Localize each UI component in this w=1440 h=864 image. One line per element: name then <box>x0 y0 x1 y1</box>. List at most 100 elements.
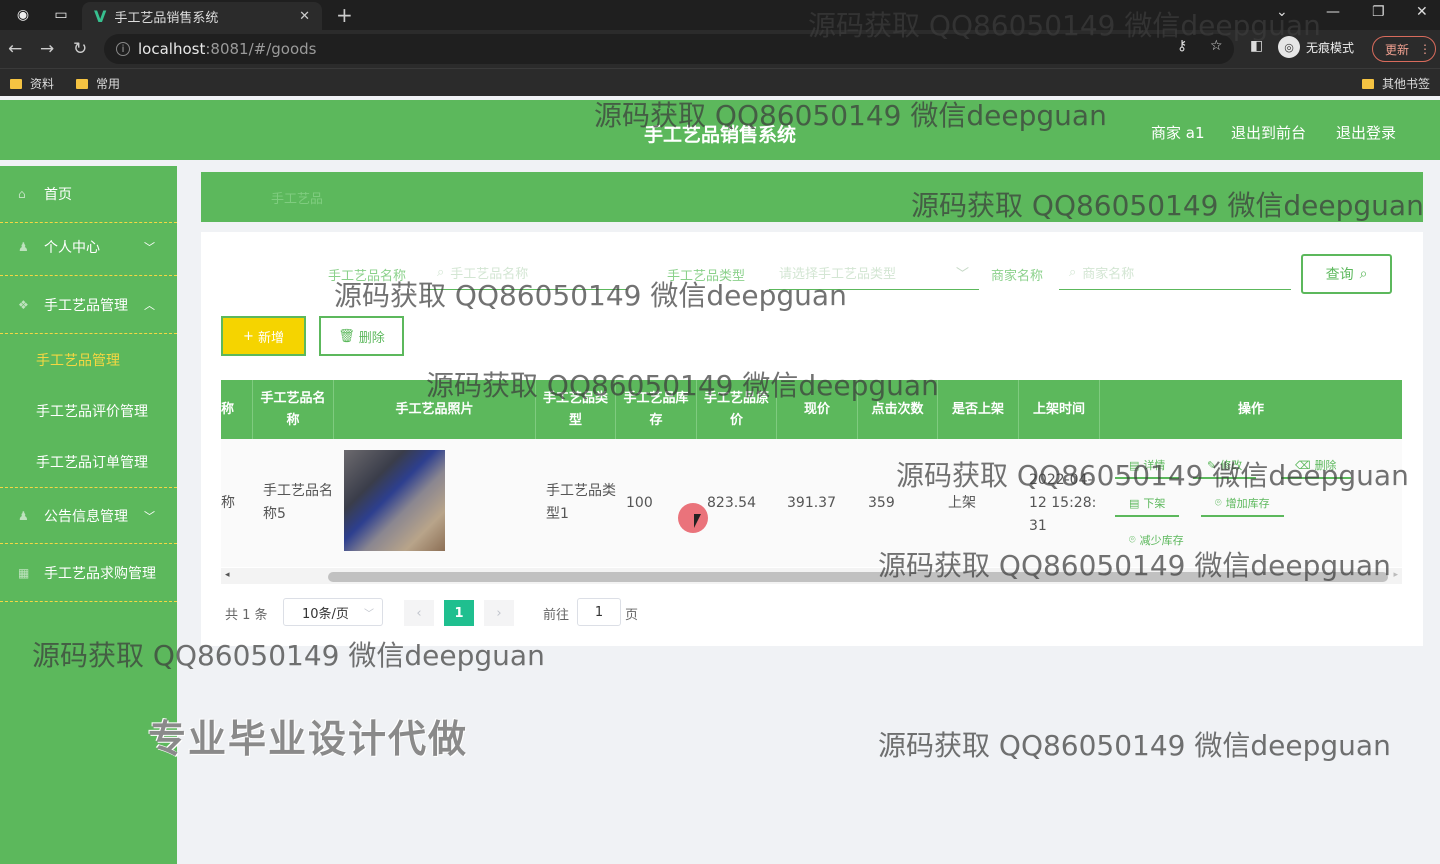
sidebar-item-crafts[interactable]: ❖ 手工艺品管理 ︿ <box>0 277 177 334</box>
watermark: 源码获取 QQ86050149 微信deepguan <box>808 9 1321 42</box>
page-number-current[interactable]: 1 <box>444 600 474 626</box>
home-icon: ⌂ <box>18 187 26 201</box>
watermark: 源码获取 QQ86050149 微信deepguan <box>896 459 1409 492</box>
location-icon: ⌾ <box>1215 496 1222 509</box>
table-cell: 称 <box>221 494 235 511</box>
shop-filter-label: 商家名称 <box>991 269 1044 284</box>
watermark: 源码获取 QQ86050149 微信deepguan <box>334 279 847 312</box>
mouse-cursor-icon <box>694 514 701 528</box>
chevron-right-icon: › <box>496 605 502 621</box>
bookmark-folder[interactable]: 资料 <box>10 75 54 92</box>
add-stock-label: 增加库存 <box>1225 497 1270 510</box>
trash-icon: 🗑 <box>338 328 355 344</box>
delete-button[interactable]: 🗑 删除 <box>319 316 404 356</box>
chevron-down-icon: ﹀ <box>144 241 155 254</box>
list-icon: ▦ <box>18 566 30 580</box>
column-header: 操作 <box>1237 401 1264 417</box>
sidebar-subitem-order-manage[interactable]: 手工艺品订单管理 <box>36 452 148 472</box>
sidebar-item-label: 公告信息管理 <box>44 508 128 525</box>
notice-icon: ♟ <box>18 508 29 523</box>
sidebar-item-purchase[interactable]: ▦ 手工艺品求购管理 <box>0 545 177 602</box>
browser-menu-icon[interactable]: ◉ <box>14 6 32 24</box>
pagination-total: 共 1 条 <box>225 608 268 623</box>
table-cell-price: 391.37 <box>787 494 836 511</box>
sidebar-item-notice[interactable]: ♟ 公告信息管理 ﹀ <box>0 487 177 544</box>
goto-page-input[interactable]: 1 <box>577 598 621 626</box>
chevron-up-icon: ︿ <box>144 299 155 312</box>
back-to-front-link[interactable]: 退出到前台 <box>1231 122 1306 143</box>
minimize-icon[interactable]: — <box>1326 4 1340 20</box>
close-window-icon[interactable]: ✕ <box>1416 4 1428 20</box>
bookmark-label: 常用 <box>96 77 121 91</box>
new-tab-icon[interactable]: + <box>336 3 353 27</box>
plus-icon: + <box>243 328 254 344</box>
scroll-left-icon[interactable]: ◂ <box>225 570 230 580</box>
shop-filter-placeholder: 商家名称 <box>1082 267 1135 282</box>
scroll-right-icon[interactable]: ▸ <box>1393 570 1398 580</box>
watermark: 源码获取 QQ86050149 微信deepguan <box>878 729 1391 762</box>
page-size-select[interactable]: 10条/页 ﹀ <box>283 598 383 626</box>
shop-filter-input[interactable]: ⌕ 商家名称 <box>1059 256 1291 290</box>
browser-tab[interactable]: V 手工艺品销售系统 ✕ <box>82 2 322 30</box>
bookmark-folder[interactable]: 常用 <box>76 75 120 92</box>
reload-icon[interactable]: ↻ <box>73 39 87 59</box>
watermark: 源码获取 QQ86050149 微信deepguan <box>911 189 1424 222</box>
chevron-down-icon: ﹀ <box>364 608 374 620</box>
forward-icon[interactable]: → <box>40 39 54 59</box>
breadcrumb-item[interactable]: 手工艺品 <box>271 188 323 207</box>
prev-page-button[interactable]: ‹ <box>404 600 434 626</box>
promo-text: 专业毕业设计代做 <box>148 717 469 761</box>
watermark: 源码获取 QQ86050149 微信deepguan <box>594 99 1107 132</box>
add-button-label: 新增 <box>257 330 284 346</box>
column-header: 是否上架 <box>938 380 1019 439</box>
sidebar-subitem-craft-manage[interactable]: 手工艺品管理 <box>36 350 120 370</box>
unshelve-button[interactable]: ▤ 下架 <box>1115 491 1180 517</box>
search-button-label: 查询 <box>1325 267 1354 283</box>
sidebar-item-home[interactable]: ⌂ 首页 <box>0 166 177 223</box>
url-host: localhost <box>138 40 206 58</box>
sidebar-item-label: 个人中心 <box>44 240 100 256</box>
bookmark-label: 资料 <box>30 77 55 91</box>
chevron-left-icon: ‹ <box>416 605 422 621</box>
watermark: 源码获取 QQ86050149 微信deepguan <box>878 549 1391 582</box>
site-info-icon[interactable]: i <box>116 42 130 56</box>
folder-icon <box>10 78 22 89</box>
other-bookmarks[interactable]: 其他书签 <box>1362 75 1430 92</box>
search-icon: ⌕ <box>1069 265 1077 280</box>
update-label: 更新 <box>1385 42 1410 57</box>
goto-prefix: 前往 <box>543 608 570 623</box>
vue-logo-icon: V <box>94 6 107 26</box>
more-icon: ⋮ <box>1419 42 1432 56</box>
table-cell-type: 手工艺品类型1 <box>546 483 616 522</box>
menu-icon: ❖ <box>18 298 29 312</box>
user-icon: ♟ <box>18 240 29 254</box>
tab-overview-icon[interactable]: ▭ <box>52 6 70 24</box>
folder-icon <box>1362 78 1374 89</box>
unshelve-label: 下架 <box>1143 497 1166 510</box>
column-header: 上架时间 <box>1019 380 1100 439</box>
add-stock-button[interactable]: ⌾ 增加库存 <box>1201 491 1284 517</box>
close-tab-icon[interactable]: ✕ <box>299 9 310 24</box>
chevron-down-icon: ﹀ <box>144 509 155 523</box>
delete-button-label: 删除 <box>358 330 385 346</box>
add-button[interactable]: + 新增 <box>221 316 306 356</box>
other-bookmarks-label: 其他书签 <box>1382 77 1431 91</box>
sidebar-item-label: 手工艺品求购管理 <box>44 566 156 582</box>
restore-icon[interactable]: ❐ <box>1372 4 1385 20</box>
next-page-button[interactable]: › <box>484 600 514 626</box>
watermark: 源码获取 QQ86050149 微信deepguan <box>32 639 545 672</box>
search-button[interactable]: 查询 ⌕ <box>1301 254 1392 294</box>
table-cell-stock: 100 <box>626 494 653 511</box>
back-icon[interactable]: ← <box>8 39 22 59</box>
logout-link[interactable]: 退出登录 <box>1336 122 1396 143</box>
page-size-value: 10条/页 <box>302 606 349 622</box>
product-photo[interactable] <box>344 450 445 551</box>
click-indicator <box>678 503 708 533</box>
sidebar-subitem-review-manage[interactable]: 手工艺品评价管理 <box>36 401 148 421</box>
url-path: :8081/#/goods <box>205 40 317 58</box>
column-header: 称 <box>221 380 253 439</box>
sidebar-item-profile[interactable]: ♟ 个人中心 ﹀ <box>0 219 177 276</box>
update-button[interactable]: 更新 ⋮ <box>1372 36 1436 62</box>
folder-icon <box>76 78 88 89</box>
current-user: 商家 a1 <box>1151 124 1205 142</box>
